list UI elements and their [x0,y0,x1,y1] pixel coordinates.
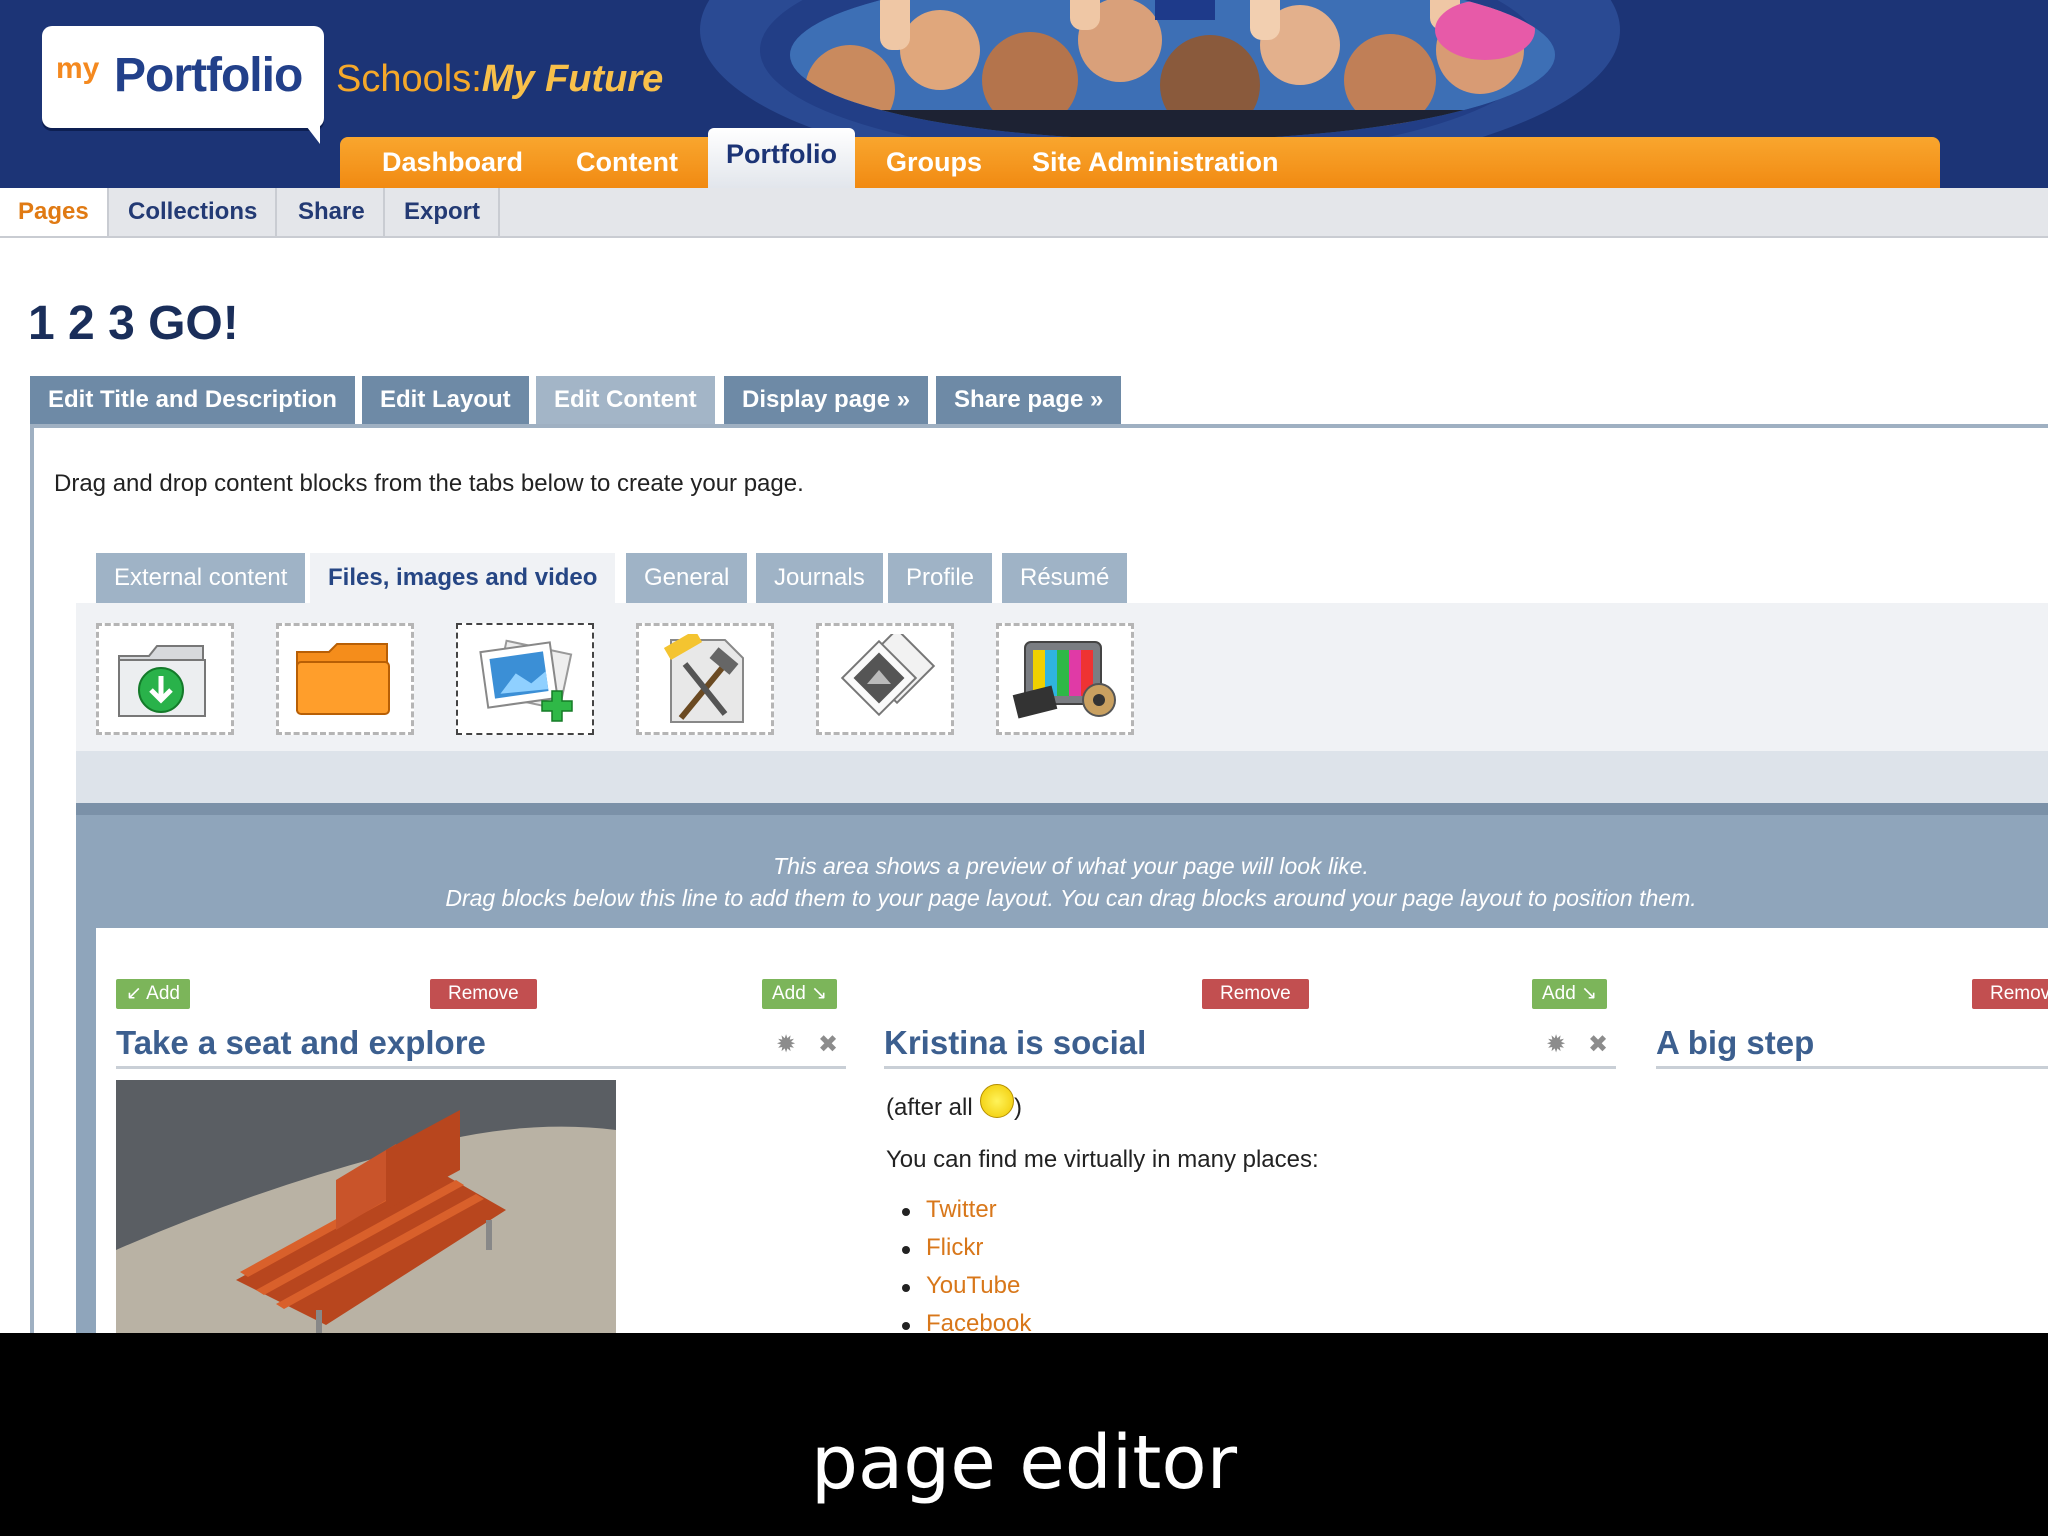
tab-edit-title[interactable]: Edit Title and Description [30,376,355,424]
add-label: Add [1542,983,1576,1004]
close-icon[interactable]: ✖ [818,1030,838,1059]
list-bullet [902,1246,910,1254]
tagline-suffix: My Future [481,58,664,100]
logo-speech-tail [300,118,320,144]
block-rule [884,1066,1616,1069]
subnav-pages[interactable]: Pages [0,188,109,236]
block-text-end: ) [1014,1094,1022,1121]
link-youtube[interactable]: YouTube [926,1272,1020,1300]
nav-groups[interactable]: Groups [886,147,982,178]
palette-strip [76,751,2048,803]
remove-column-button[interactable]: Remove [430,979,537,1009]
block-rule [1656,1066,2048,1069]
add-column-button[interactable]: Add ↘ [762,979,838,1009]
close-icon[interactable]: ✖ [1588,1030,1608,1059]
app-window: my Portfolio Schools:My Future Dashboard… [0,0,2048,1333]
add-column-left-button[interactable]: ↙ Add [116,979,190,1009]
instructions: Drag and drop content blocks from the ta… [54,470,804,497]
nav-site-administration[interactable]: Site Administration [1032,147,1279,178]
subnav-collections[interactable]: Collections [110,188,278,236]
tab-share-page[interactable]: Share page » [936,376,1122,424]
gear-icon[interactable]: ✹ [776,1030,796,1059]
tab-edit-layout[interactable]: Edit Layout [362,376,529,424]
block-title[interactable]: Take a seat and explore [116,1024,486,1062]
site-header: my Portfolio Schools:My Future Dashboard… [0,0,2048,188]
tab-external-content[interactable]: External content [96,553,306,603]
wink-smiley-icon [980,1084,1014,1118]
tab-general[interactable]: General [626,553,748,603]
sub-nav: Pages Collections Share Export [0,188,2048,238]
add-column-button[interactable]: Add ↘ [1532,979,1608,1009]
bench-image [116,1080,616,1333]
logo-my: my [56,52,100,85]
main-nav: Dashboard Content Portfolio Groups Site … [340,128,1940,188]
list-bullet [902,1322,910,1330]
block-palette [76,603,2048,803]
file-download-icon[interactable] [96,623,234,735]
tab-display-page[interactable]: Display page » [724,376,929,424]
list-bullet [902,1208,910,1216]
block-title[interactable]: Kristina is social [884,1024,1146,1062]
block-text: (after all [886,1094,973,1121]
subnav-export[interactable]: Export [386,188,501,236]
media-player-icon[interactable] [996,623,1134,735]
gear-icon[interactable]: ✹ [1546,1030,1566,1059]
tab-resume[interactable]: Résumé [1002,553,1128,603]
nav-dashboard[interactable]: Dashboard [382,147,523,178]
block-title[interactable]: A big step [1656,1024,1814,1062]
logo-portfolio: Portfolio [114,49,303,102]
nav-content[interactable]: Content [576,147,678,178]
slide-caption: page editor [810,1420,1238,1506]
subnav-share[interactable]: Share [280,188,385,236]
list-bullet [902,1284,910,1292]
html-icon[interactable] [636,623,774,735]
preview-line1: This area shows a preview of what your p… [773,853,1369,879]
add-label: Add [146,983,180,1004]
nav-portfolio[interactable]: Portfolio [708,128,855,188]
remove-column-button[interactable]: Remov [1972,979,2048,1009]
tab-files-images-video[interactable]: Files, images and video [310,553,616,603]
remove-column-button[interactable]: Remove [1202,979,1309,1009]
preview-line2: Drag blocks below this line to add them … [445,885,1697,911]
page-title: 1 2 3 GO! [28,297,239,350]
block-text: You can find me virtually in many places… [886,1146,1319,1173]
image-add-icon[interactable] [456,623,594,735]
link-twitter[interactable]: Twitter [926,1196,997,1224]
tab-edit-content[interactable]: Edit Content [536,376,715,424]
link-facebook[interactable]: Facebook [926,1310,1031,1333]
tagline-prefix: Schools: [336,58,482,100]
tagline: Schools:My Future [336,58,663,101]
add-label: Add [772,983,806,1004]
preview-top-edge [76,803,2048,815]
link-flickr[interactable]: Flickr [926,1234,983,1262]
block-rule [116,1066,846,1069]
folder-icon[interactable] [276,623,414,735]
tab-journals[interactable]: Journals [756,553,883,603]
image-gallery-icon[interactable] [816,623,954,735]
tab-profile[interactable]: Profile [888,553,993,603]
